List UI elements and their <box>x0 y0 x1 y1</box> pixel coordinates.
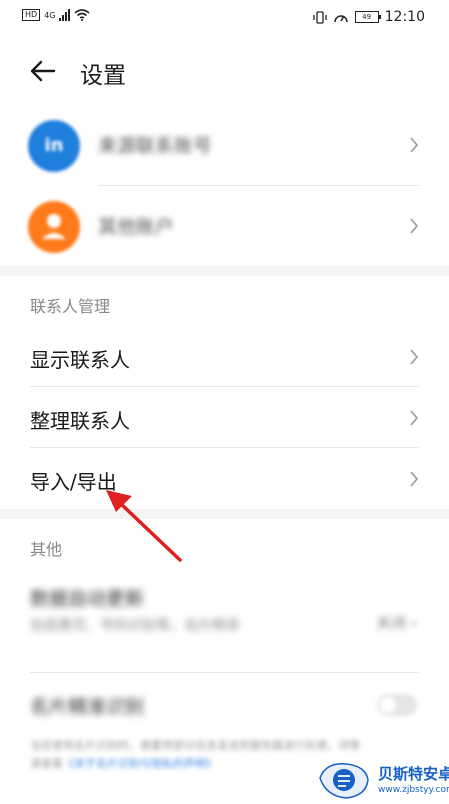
battery-level: 49 <box>362 13 372 21</box>
privacy-link[interactable]: 《关于名片识别与隐私的声明》 <box>63 757 217 770</box>
row-label: 显示联系人 <box>30 348 130 372</box>
account-row-other[interactable]: 其他账户 <box>0 186 449 266</box>
person-icon <box>42 214 66 239</box>
divider <box>30 386 419 387</box>
auto-update-value[interactable]: 关闭 › <box>376 612 417 633</box>
card-recognition-toggle[interactable] <box>377 694 417 716</box>
watermark-name: 贝斯特安卓网 <box>378 765 449 783</box>
page-title: 设置 <box>80 63 126 89</box>
clock: 12:10 <box>384 9 425 25</box>
organize-contacts-row[interactable]: 整理联系人 <box>0 388 449 448</box>
section-gap <box>0 266 449 276</box>
section-title-other: 其他 <box>30 540 63 559</box>
display-contacts-row[interactable]: 显示联系人 <box>0 327 449 387</box>
avatar <box>28 201 80 253</box>
linkedin-icon: in <box>44 135 64 156</box>
import-export-row[interactable]: 导入/导出 <box>0 449 449 509</box>
divider <box>30 672 419 673</box>
status-right: 49 12:10 <box>312 9 425 25</box>
row-label: 导入/导出 <box>30 470 117 494</box>
card-recognition-title: 名片精准识别 <box>30 696 145 718</box>
watermark-url: www.zjbstyy.com <box>378 785 449 795</box>
section-title-contacts: 联系人管理 <box>30 297 111 316</box>
vibrate-icon <box>312 10 327 24</box>
wifi-icon <box>74 9 91 21</box>
speedometer-icon <box>333 14 348 22</box>
auto-update-title: 数据自动更新 <box>30 588 145 610</box>
account-row-primary[interactable]: in 来源联系账号 <box>0 105 449 185</box>
row-label: 整理联系人 <box>30 409 130 433</box>
app-header: 设置 <box>0 44 449 100</box>
chevron-right-icon <box>410 137 419 153</box>
network-type: 4G <box>44 10 56 20</box>
avatar: in <box>28 120 80 172</box>
status-left: HD 4G <box>22 9 91 21</box>
section-gap <box>0 509 449 519</box>
hd-badge: HD <box>22 9 41 21</box>
account-label: 其他账户 <box>98 216 175 238</box>
chevron-right-icon <box>410 349 419 365</box>
back-arrow-icon[interactable] <box>28 56 58 86</box>
signal-icon <box>59 9 71 21</box>
chevron-right-icon <box>410 471 419 487</box>
chevron-right-icon <box>410 410 419 426</box>
divider <box>30 447 419 448</box>
chevron-right-icon <box>410 218 419 234</box>
auto-update-subtitle: 包括黄页、号码识别等，名片畅享 <box>30 618 240 634</box>
card-recognition-desc: 当您使用名片识别时，需要将部分信息发送到服务器进行处理，详情请查看《关于名片识别… <box>30 737 360 773</box>
status-bar: HD 4G 49 12:10 <box>0 0 449 34</box>
battery-icon: 49 <box>354 11 381 23</box>
account-label: 来源联系账号 <box>98 135 213 157</box>
